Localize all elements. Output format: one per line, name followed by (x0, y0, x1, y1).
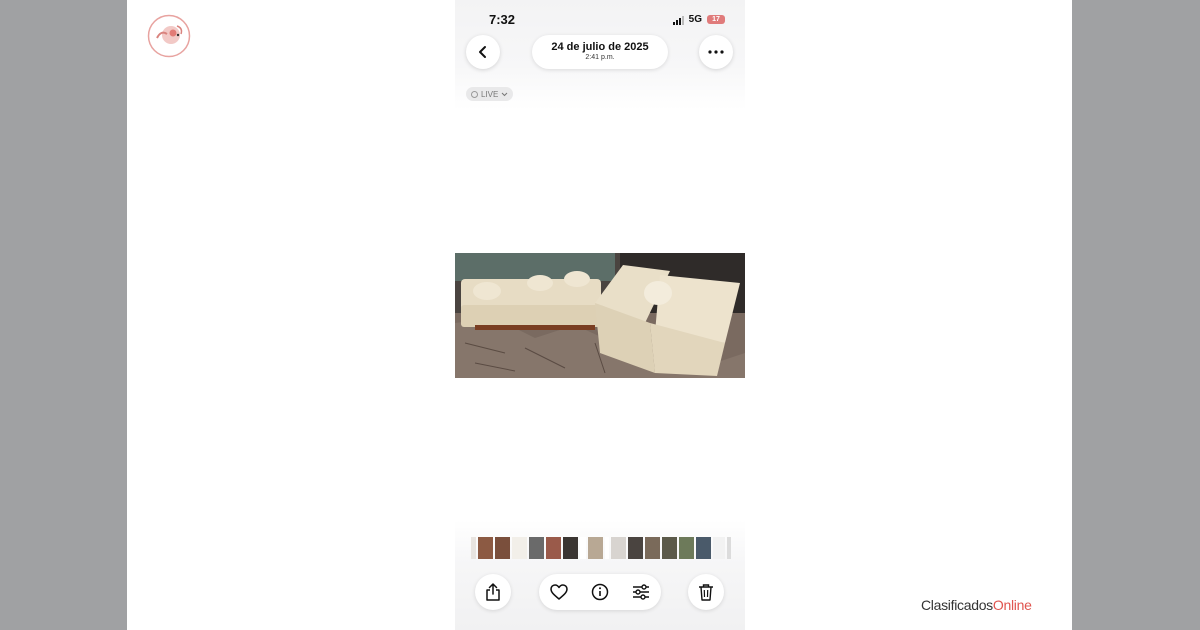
signal-icon (672, 15, 684, 25)
thumbnail[interactable] (512, 537, 527, 559)
sofa-photo (455, 253, 745, 378)
thumbnail[interactable] (611, 537, 626, 559)
adjust-button[interactable] (627, 578, 655, 606)
thumbnail[interactable] (580, 537, 586, 559)
thumbnail[interactable] (529, 537, 544, 559)
brand-watermark: ClasificadosOnline (921, 597, 1032, 613)
share-icon (486, 583, 500, 601)
delete-button[interactable] (688, 574, 724, 610)
info-button[interactable] (586, 578, 614, 606)
thumbnail[interactable] (662, 537, 677, 559)
back-button[interactable] (466, 35, 500, 69)
favorite-button[interactable] (545, 578, 573, 606)
more-options-button[interactable] (699, 35, 733, 69)
thumbnail[interactable] (696, 537, 711, 559)
photo-actions-group (539, 574, 661, 610)
thumbnail[interactable] (495, 537, 510, 559)
thumbnail[interactable] (471, 537, 476, 559)
watermark-logo (147, 14, 191, 58)
status-time: 7:32 (489, 12, 516, 27)
photo-time: 2:41 p.m. (585, 54, 615, 61)
thumbnail[interactable] (605, 537, 609, 559)
ellipsis-icon (708, 50, 724, 54)
sliders-icon (632, 584, 649, 600)
thumbnail[interactable] (478, 537, 493, 559)
phone-screenshot: 7:32 5G 17 24 de julio de 2025 2:41 p.m.… (455, 0, 745, 630)
thumbnail[interactable] (645, 537, 660, 559)
brand-name: Clasificados (921, 597, 993, 613)
chevron-left-icon (479, 46, 486, 58)
photo-date-header: 24 de julio de 2025 2:41 p.m. (532, 35, 668, 69)
trash-icon (699, 584, 713, 601)
thumbnail-strip[interactable] (471, 537, 731, 559)
live-label: LIVE (481, 89, 499, 99)
network-label: 5G (688, 14, 702, 25)
info-icon (591, 583, 609, 601)
heart-icon (550, 584, 569, 600)
thumbnail[interactable] (563, 537, 578, 559)
thumbnail[interactable] (628, 537, 643, 559)
chevron-down-icon (501, 92, 508, 96)
photo-date: 24 de julio de 2025 (551, 41, 649, 53)
share-button[interactable] (475, 574, 511, 610)
live-icon (471, 90, 478, 98)
battery-icon: 17 (707, 15, 725, 24)
brand-accent: Online (992, 597, 1032, 613)
thumbnail[interactable] (588, 537, 603, 559)
thumbnail[interactable] (679, 537, 694, 559)
live-photo-toggle[interactable]: LIVE (466, 87, 514, 101)
status-indicators: 5G 17 (672, 14, 725, 25)
thumbnail[interactable] (713, 537, 725, 559)
thumbnail[interactable] (727, 537, 731, 559)
thumbnail[interactable] (546, 537, 561, 559)
